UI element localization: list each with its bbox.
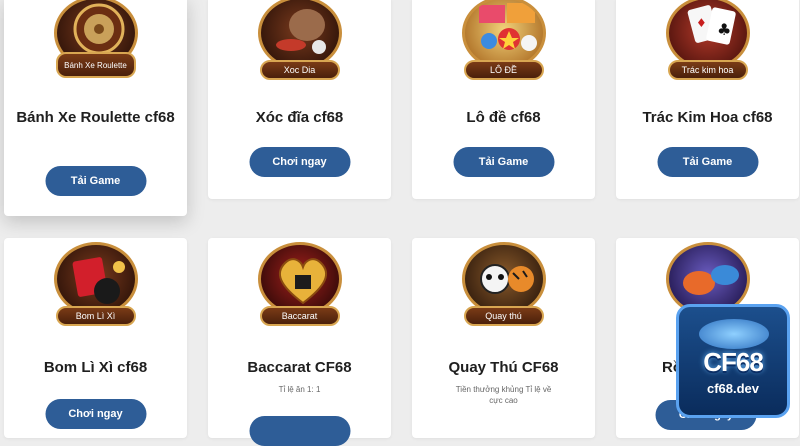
svg-text:♦: ♦ [696, 16, 707, 30]
game-title: Quay Thú CF68 [448, 359, 559, 376]
logo-emblem-icon [699, 319, 769, 349]
game-plaque: Bom Lì Xì [55, 306, 136, 326]
quay-thu-thumbnail[interactable]: Quay thú [456, 242, 552, 328]
lo-de-thumbnail[interactable]: LÔ ĐỀ [456, 0, 552, 82]
play-now-button[interactable]: Chơi ngay [249, 147, 350, 177]
game-card-baccarat[interactable]: Baccarat Baccarat CF68 Tỉ lệ ăn 1: 1 [208, 238, 391, 446]
game-title: Bánh Xe Roulette cf68 [16, 109, 175, 126]
game-card-quay-thu[interactable]: Quay thú Quay Thú CF68 Tiền thưởng khủng… [412, 238, 595, 438]
game-card-xoc-dia[interactable]: Xoc Dia Xóc đĩa cf68 Chơi ngay [208, 0, 391, 199]
game-plaque: Xoc Dia [259, 60, 340, 80]
game-title: Bom Lì Xì cf68 [43, 359, 148, 376]
download-game-button[interactable]: Tải Game [45, 166, 146, 196]
game-card-bom-li-xi[interactable]: Bom Lì Xì Bom Lì Xì cf68 Chơi ngay [4, 238, 187, 438]
game-title: Trác Kim Hoa cf68 [642, 109, 773, 126]
red-envelope-bomb-icon [53, 242, 138, 316]
game-description: Tiền thưởng khủng Tỉ lệ về cực cao [455, 385, 552, 405]
game-card-trac-kim-hoa[interactable]: ♣ ♦ Trác kim hoa Trác Kim Hoa cf68 Tải G… [616, 0, 799, 199]
game-plaque: Bánh Xe Roulette [55, 52, 136, 78]
baccarat-thumbnail[interactable]: Baccarat [252, 242, 348, 328]
svg-text:♣: ♣ [717, 20, 731, 39]
game-plaque: Baccarat [259, 306, 340, 326]
game-action-button[interactable] [249, 416, 350, 446]
game-title: Xóc đĩa cf68 [255, 109, 344, 126]
game-card-roulette[interactable]: Bánh Xe Roulette Bánh Xe Roulette cf68 T… [4, 0, 187, 216]
logo-sub-text: cf68.dev [706, 381, 760, 396]
play-now-button[interactable]: Chơi ngay [45, 399, 146, 429]
game-title: Lô đề cf68 [466, 109, 541, 126]
download-game-button[interactable]: Tải Game [657, 147, 758, 177]
logo-main-text: CF68 [703, 347, 764, 377]
game-plaque: Quay thú [463, 306, 544, 326]
xoc-dia-thumbnail[interactable]: Xoc Dia [252, 0, 348, 82]
panda-tiger-icon [461, 242, 546, 316]
trac-kim-hoa-thumbnail[interactable]: ♣ ♦ Trác kim hoa [660, 0, 756, 82]
download-game-button[interactable]: Tải Game [453, 147, 554, 177]
game-plaque: Trác kim hoa [667, 60, 748, 80]
heart-crown-icon [257, 242, 342, 316]
game-description: Tỉ lệ ăn 1: 1 [278, 385, 321, 394]
bom-li-xi-thumbnail[interactable]: Bom Lì Xì [48, 242, 144, 328]
game-card-lo-de[interactable]: LÔ ĐỀ Lô đề cf68 Tải Game [412, 0, 595, 199]
game-plaque: LÔ ĐỀ [463, 60, 544, 80]
cf68-logo: CF68 cf68.dev [676, 304, 790, 418]
game-title: Baccarat CF68 [247, 359, 352, 376]
roulette-thumbnail[interactable]: Bánh Xe Roulette [48, 0, 144, 82]
